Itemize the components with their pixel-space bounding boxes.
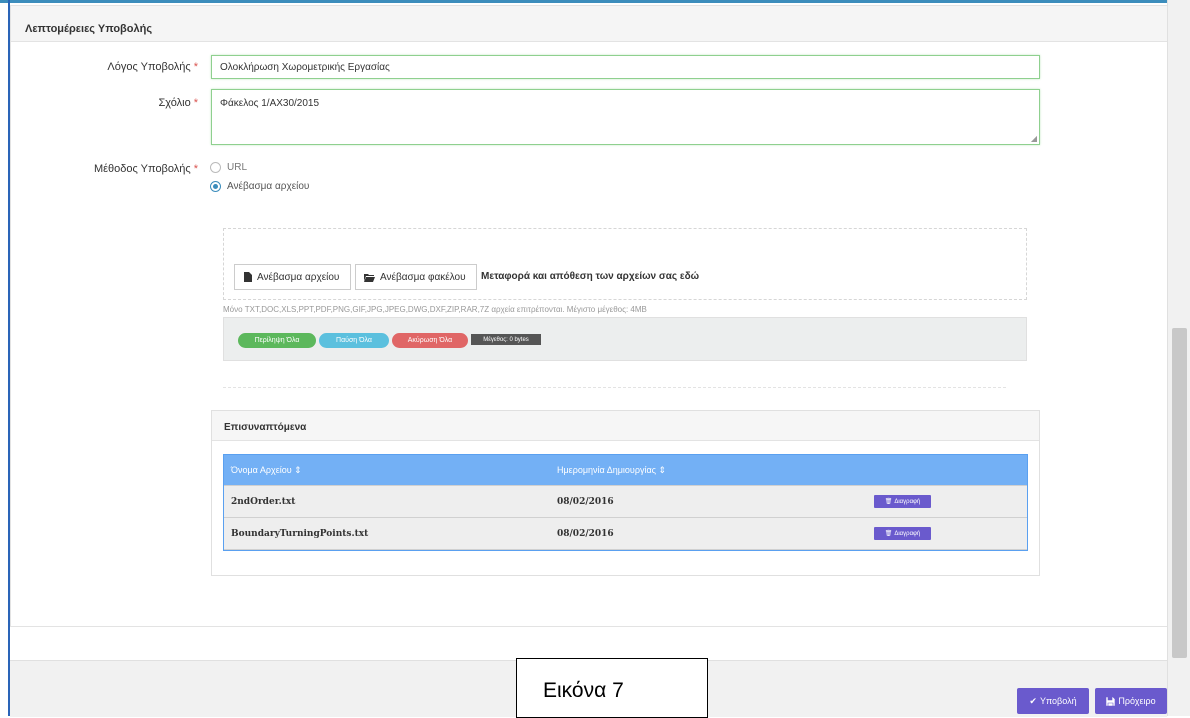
submit-button-label: Υποβολή xyxy=(1039,696,1077,706)
draft-button[interactable]: Πρόχειρο xyxy=(1095,688,1167,714)
delete-button-label: Διαγραφή xyxy=(894,530,921,537)
folder-open-icon xyxy=(364,273,375,282)
reason-input[interactable]: Ολοκλήρωση Χωρομετρικής Εργασίας xyxy=(211,55,1040,79)
delete-button-label: Διαγραφή xyxy=(894,498,921,505)
file-date: 08/02/2016 xyxy=(557,528,614,539)
attachments-table: Όνομα Αρχείου ⇕ Ημερομηνία Δημιουργίας ⇕… xyxy=(223,454,1028,551)
column-header-filename[interactable]: Όνομα Αρχείου ⇕ xyxy=(231,465,302,476)
comment-value: Φάκελος 1/ΑΧ30/2015 xyxy=(220,98,320,109)
method-option-url[interactable]: URL xyxy=(210,162,247,173)
panel-title: Λεπτομέρειες Υποβολής xyxy=(11,6,1168,42)
column-header-created-date[interactable]: Ημερομηνία Δημιουργίας ⇕ xyxy=(557,465,666,476)
delete-button[interactable]: 🗑 Διαγραφή xyxy=(874,527,931,540)
comment-label-text: Σχόλιο xyxy=(158,97,191,109)
allowed-types-hint: Μόνο TXT,DOC,XLS,PPT,PDF,PNG,GIF,JPG,JPE… xyxy=(223,305,647,314)
drop-instruction: Μεταφορά και απόθεση των αρχείων σας εδώ xyxy=(481,271,700,282)
check-icon: ✔ xyxy=(1029,695,1037,706)
trash-icon: 🗑 xyxy=(884,499,893,505)
figure-caption: Εικόνα 7 xyxy=(516,658,708,718)
reason-label-text: Λόγος Υποβολής xyxy=(107,61,191,73)
top-accent-bar xyxy=(0,0,1190,3)
file-date: 08/02/2016 xyxy=(557,496,614,507)
reason-label: Λόγος Υποβολής * xyxy=(8,61,198,73)
upload-file-button[interactable]: Ανέβασμα αρχείου xyxy=(234,264,351,290)
table-header: Όνομα Αρχείου ⇕ Ημερομηνία Δημιουργίας ⇕ xyxy=(224,455,1027,485)
send-all-button[interactable]: Περίληψη Όλα xyxy=(238,333,316,348)
save-icon xyxy=(1106,696,1116,706)
method-option-label: Ανέβασμα αρχείου xyxy=(227,181,310,192)
file-name: BoundaryTurningPoints.txt xyxy=(231,528,369,539)
method-label: Μέθοδος Υποβολής * xyxy=(8,163,198,175)
reason-value: Ολοκλήρωση Χωρομετρικής Εργασίας xyxy=(220,62,390,73)
comment-textarea[interactable]: Φάκελος 1/ΑΧ30/2015 ◢ xyxy=(211,89,1040,145)
method-option-file-upload[interactable]: Ανέβασμα αρχείου xyxy=(210,181,309,192)
resize-handle-icon[interactable]: ◢ xyxy=(1031,134,1037,143)
file-icon xyxy=(244,272,252,282)
required-mark: * xyxy=(193,163,198,175)
delete-button[interactable]: 🗑 Διαγραφή xyxy=(874,495,931,508)
table-row: 2ndOrder.txt 08/02/2016 🗑 Διαγραφή xyxy=(224,485,1027,517)
method-label-text: Μέθοδος Υποβολής xyxy=(93,163,191,175)
upload-folder-button-label: Ανέβασμα φακέλου xyxy=(380,271,466,283)
cancel-all-button[interactable]: Ακύρωση Όλα xyxy=(392,333,468,348)
upload-file-button-label: Ανέβασμα αρχείου xyxy=(257,271,340,283)
draft-button-label: Πρόχειρο xyxy=(1118,696,1156,706)
required-mark: * xyxy=(193,61,198,73)
table-row: BoundaryTurningPoints.txt 08/02/2016 🗑 Δι… xyxy=(224,517,1027,550)
radio-unchecked-icon[interactable] xyxy=(210,162,221,173)
pause-all-button[interactable]: Παύση Όλα xyxy=(319,333,389,348)
divider xyxy=(223,387,1006,388)
trash-icon: 🗑 xyxy=(884,531,893,537)
submit-button[interactable]: ✔ Υποβολή xyxy=(1017,688,1089,714)
upload-folder-button[interactable]: Ανέβασμα φακέλου xyxy=(355,264,477,290)
scrollbar-thumb[interactable] xyxy=(1172,328,1187,658)
comment-label: Σχόλιο * xyxy=(8,97,198,109)
attachments-title: Επισυναπτόμενα xyxy=(212,411,1039,441)
radio-checked-icon[interactable] xyxy=(210,181,221,192)
total-size-badge: Μέγεθος: 0 bytes xyxy=(471,334,541,345)
required-mark: * xyxy=(193,97,198,109)
method-option-label: URL xyxy=(227,162,248,173)
file-name: 2ndOrder.txt xyxy=(231,496,296,507)
